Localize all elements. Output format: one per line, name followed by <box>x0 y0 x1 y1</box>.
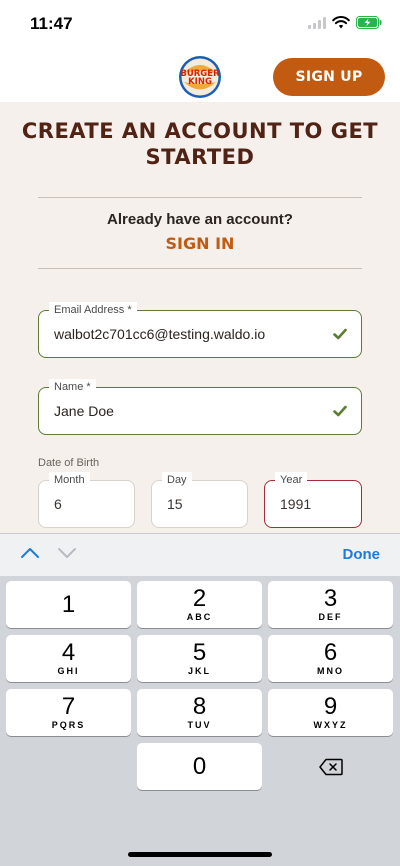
day-field-value[interactable]: 15 <box>167 496 183 512</box>
backspace-icon <box>318 758 343 775</box>
name-field-label: Name * <box>49 379 96 395</box>
key-letters: ABC <box>186 612 213 622</box>
key-digit: 0 <box>192 752 207 780</box>
key-digit: 2 <box>192 585 207 612</box>
divider-top <box>38 197 362 198</box>
day-field-label: Day <box>162 472 192 488</box>
home-indicator <box>128 852 272 857</box>
key-1[interactable]: 1 <box>6 581 131 628</box>
chevron-down-icon[interactable] <box>57 546 77 560</box>
key-letters: DEF <box>318 612 343 622</box>
dob-label: Date of Birth <box>38 457 100 469</box>
name-field-value[interactable]: Jane Doe <box>54 403 114 419</box>
key-8[interactable]: 8 TUV <box>137 689 262 736</box>
signin-prompt: Already have an account? <box>107 211 293 228</box>
check-icon <box>333 328 347 340</box>
key-digit: 3 <box>323 585 338 612</box>
month-field[interactable]: Month 6 <box>38 472 135 528</box>
name-field[interactable]: Name * Jane Doe <box>38 379 362 435</box>
page-title-line1: CREATE AN ACCOUNT TO GET <box>21 119 379 143</box>
key-digit: 4 <box>61 639 76 666</box>
signal-icon <box>308 16 326 29</box>
year-field-value[interactable]: 1991 <box>280 496 311 512</box>
year-field[interactable]: Year 1991 <box>264 472 362 528</box>
key-letters: PQRS <box>51 720 86 730</box>
key-digit: 9 <box>323 693 338 720</box>
key-letters: GHI <box>57 666 80 676</box>
sign-in-link[interactable]: SIGN IN <box>0 234 400 253</box>
year-field-label: Year <box>275 472 308 488</box>
chevron-up-icon[interactable] <box>20 546 40 560</box>
burger-king-logo: BURGER KING <box>179 56 221 98</box>
key-letters: WXYZ <box>313 720 348 730</box>
email-field-value[interactable]: walbot2c701cc6@testing.waldo.io <box>54 326 265 342</box>
key-4[interactable]: 4 GHI <box>6 635 131 682</box>
signup-form-area: CREATE AN ACCOUNT TO GET STARTED Already… <box>0 102 400 533</box>
battery-icon <box>356 16 382 29</box>
keyboard-toolbar: Done <box>0 533 400 576</box>
key-digit: 5 <box>192 639 207 666</box>
key-7[interactable]: 7 PQRS <box>6 689 131 736</box>
email-field-label: Email Address * <box>49 302 137 318</box>
key-digit: 6 <box>323 639 338 666</box>
key-3[interactable]: 3 DEF <box>268 581 393 628</box>
page-title-line2: STARTED <box>145 145 255 169</box>
check-icon <box>333 405 347 417</box>
divider-bottom <box>38 268 362 269</box>
key-letters: JKL <box>187 666 211 676</box>
status-time: 11:47 <box>30 14 73 33</box>
key-9[interactable]: 9 WXYZ <box>268 689 393 736</box>
status-icons <box>308 16 382 29</box>
app-header: BURGER KING SIGN UP <box>0 46 400 102</box>
email-field[interactable]: Email Address * walbot2c701cc6@testing.w… <box>38 302 362 358</box>
month-field-label: Month <box>49 472 90 488</box>
delete-key[interactable] <box>268 743 393 790</box>
page-title: CREATE AN ACCOUNT TO GET STARTED <box>20 118 380 170</box>
key-digit: 1 <box>61 590 76 618</box>
key-5[interactable]: 5 JKL <box>137 635 262 682</box>
month-field-value[interactable]: 6 <box>54 496 62 512</box>
key-6[interactable]: 6 MNO <box>268 635 393 682</box>
key-0[interactable]: 0 <box>137 743 262 790</box>
done-button[interactable]: Done <box>343 546 381 563</box>
key-digit: 7 <box>61 693 76 720</box>
key-letters: MNO <box>317 666 344 676</box>
sign-up-button[interactable]: SIGN UP <box>273 58 385 96</box>
day-field[interactable]: Day 15 <box>151 472 248 528</box>
key-2[interactable]: 2 ABC <box>137 581 262 628</box>
key-letters: TUV <box>187 720 212 730</box>
svg-text:KING: KING <box>188 77 212 87</box>
status-bar: 11:47 <box>0 0 400 46</box>
wifi-icon <box>332 16 350 29</box>
key-digit: 8 <box>192 693 207 720</box>
